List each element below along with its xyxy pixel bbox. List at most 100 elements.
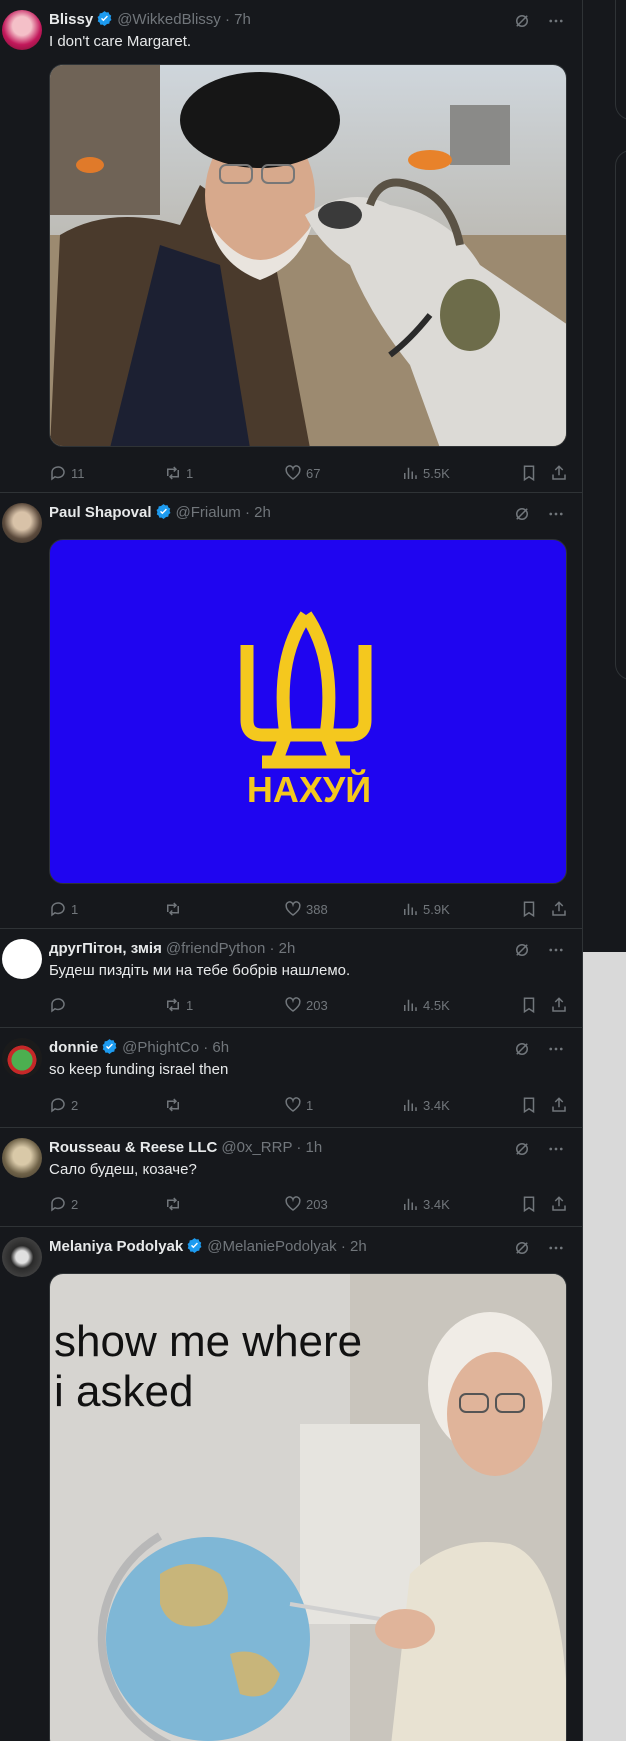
meme-caption-line-1: show me where <box>54 1317 362 1366</box>
handle-time[interactable]: @MelaniePodolyak · 2h <box>207 1238 366 1255</box>
tweet-image[interactable]: show me where i asked <box>49 1273 567 1741</box>
retweet-icon <box>167 466 179 480</box>
share-button[interactable] <box>550 1194 568 1214</box>
tweet[interactable]: donnie @PhightCo · 6h so keep funding isr… <box>0 1028 583 1128</box>
views-button[interactable]: 3.4K <box>401 1194 450 1214</box>
reply-icon <box>51 998 65 1013</box>
tweet[interactable]: другПітон, змія @friendPython · 2h Будеш … <box>0 929 583 1028</box>
share-icon <box>552 465 566 480</box>
retweet-button[interactable] <box>164 899 186 919</box>
reply-icon <box>51 466 65 481</box>
tweet[interactable]: Rousseau & Reese LLC @0x_RRP · 1h Сало бу… <box>0 1128 583 1227</box>
display-name[interactable]: другПітон, змія <box>49 940 162 957</box>
avatar[interactable] <box>2 1038 42 1078</box>
reply-button[interactable]: 1 <box>49 899 78 919</box>
grok-icon[interactable] <box>513 1040 531 1058</box>
share-button[interactable] <box>550 995 568 1015</box>
retweet-icon <box>167 998 179 1012</box>
handle-time[interactable]: @friendPython · 2h <box>166 940 295 957</box>
more-icon[interactable] <box>547 1239 565 1257</box>
tweet-image[interactable] <box>49 64 567 447</box>
reply-button[interactable]: 2 <box>49 1194 78 1214</box>
tweet-menu <box>513 1040 565 1058</box>
reply-icon <box>51 1197 65 1212</box>
bookmark-button[interactable] <box>520 995 538 1015</box>
avatar[interactable] <box>2 503 42 543</box>
reply-button[interactable] <box>49 995 71 1015</box>
retweet-button[interactable] <box>164 1095 186 1115</box>
retweet-icon <box>167 1197 179 1211</box>
views-button[interactable]: 5.9K <box>401 899 450 919</box>
bookmark-button[interactable] <box>520 463 538 483</box>
handle-time[interactable]: @PhightCo · 6h <box>122 1039 229 1056</box>
avatar[interactable] <box>2 1138 42 1178</box>
like-button[interactable]: 67 <box>284 463 320 483</box>
tweet-header: Paul Shapoval @Frialum · 2h <box>49 503 271 523</box>
grok-icon[interactable] <box>513 12 531 30</box>
grok-icon[interactable] <box>513 1239 531 1257</box>
display-name[interactable]: Blissy <box>49 11 93 28</box>
retweet-button[interactable] <box>164 1194 186 1214</box>
retweet-button[interactable]: 1 <box>164 463 193 483</box>
tweet-text: Будеш пиздіть ми на тебе бобрів нашлемо. <box>49 962 351 979</box>
share-button[interactable] <box>550 1095 568 1115</box>
views-icon <box>404 999 417 1011</box>
tweet-header: Rousseau & Reese LLC @0x_RRP · 1h <box>49 1138 322 1158</box>
more-icon[interactable] <box>547 1040 565 1058</box>
tweet-menu <box>513 12 565 30</box>
avatar[interactable] <box>2 1237 42 1277</box>
grok-icon[interactable] <box>513 941 531 959</box>
cleric-goat-image <box>50 65 566 446</box>
tweet-menu <box>513 505 565 523</box>
views-button[interactable]: 3.4K <box>401 1095 450 1115</box>
tweet-image[interactable]: НАХУЙ <box>49 539 567 884</box>
avatar[interactable] <box>2 939 42 979</box>
tweet[interactable]: Blissy @WikkedBlissy · 7h I don't care Ma… <box>0 0 583 493</box>
tweet[interactable]: Melaniya Podolyak @MelaniePodolyak · 2h <box>0 1227 583 1741</box>
share-button[interactable] <box>550 899 568 919</box>
display-name[interactable]: Melaniya Podolyak <box>49 1238 183 1255</box>
retweet-button[interactable]: 1 <box>164 995 193 1015</box>
grok-icon[interactable] <box>513 505 531 523</box>
like-button[interactable]: 203 <box>284 995 328 1015</box>
heart-icon <box>285 997 301 1012</box>
avatar[interactable] <box>2 10 42 50</box>
share-button[interactable] <box>550 463 568 483</box>
like-button[interactable]: 388 <box>284 899 328 919</box>
bookmark-button[interactable] <box>520 1194 538 1214</box>
tweet-text: I don't care Margaret. <box>49 33 192 50</box>
display-name[interactable]: Rousseau & Reese LLC <box>49 1139 217 1156</box>
more-icon[interactable] <box>547 941 565 959</box>
more-icon[interactable] <box>547 12 565 30</box>
more-icon[interactable] <box>547 1140 565 1158</box>
bookmark-button[interactable] <box>520 1095 538 1115</box>
heart-icon <box>285 1196 301 1211</box>
handle-time[interactable]: @WikkedBlissy · 7h <box>117 11 251 28</box>
right-sidebar <box>583 0 626 952</box>
handle-time[interactable]: @0x_RRP · 1h <box>221 1139 322 1156</box>
reply-icon <box>51 1098 65 1113</box>
grok-icon[interactable] <box>513 1140 531 1158</box>
tweet[interactable]: Paul Shapoval @Frialum · 2h НАХУЙ 1 388 5… <box>0 493 583 929</box>
tweet-menu <box>513 1239 565 1257</box>
timeline: Blissy @WikkedBlissy · 7h I don't care Ma… <box>0 0 583 1741</box>
bookmark-icon <box>523 901 535 918</box>
like-button[interactable]: 1 <box>284 1095 313 1115</box>
tweet-header: donnie @PhightCo · 6h <box>49 1038 229 1058</box>
verified-badge-icon <box>97 11 112 26</box>
views-button[interactable]: 5.5K <box>401 463 450 483</box>
verified-badge-icon <box>102 1039 117 1054</box>
views-button[interactable]: 4.5K <box>401 995 450 1015</box>
display-name[interactable]: Paul Shapoval <box>49 504 152 521</box>
display-name[interactable]: donnie <box>49 1039 98 1056</box>
like-button[interactable]: 203 <box>284 1194 328 1214</box>
bookmark-button[interactable] <box>520 899 538 919</box>
tweet-menu <box>513 1140 565 1158</box>
handle-time[interactable]: @Frialum · 2h <box>176 504 271 521</box>
reply-button[interactable]: 2 <box>49 1095 78 1115</box>
reply-button[interactable]: 11 <box>49 463 85 483</box>
tweet-header: Blissy @WikkedBlissy · 7h <box>49 10 251 30</box>
tweet-actions: 2 203 3.4K <box>49 1194 571 1214</box>
share-icon <box>552 997 566 1012</box>
more-icon[interactable] <box>547 505 565 523</box>
